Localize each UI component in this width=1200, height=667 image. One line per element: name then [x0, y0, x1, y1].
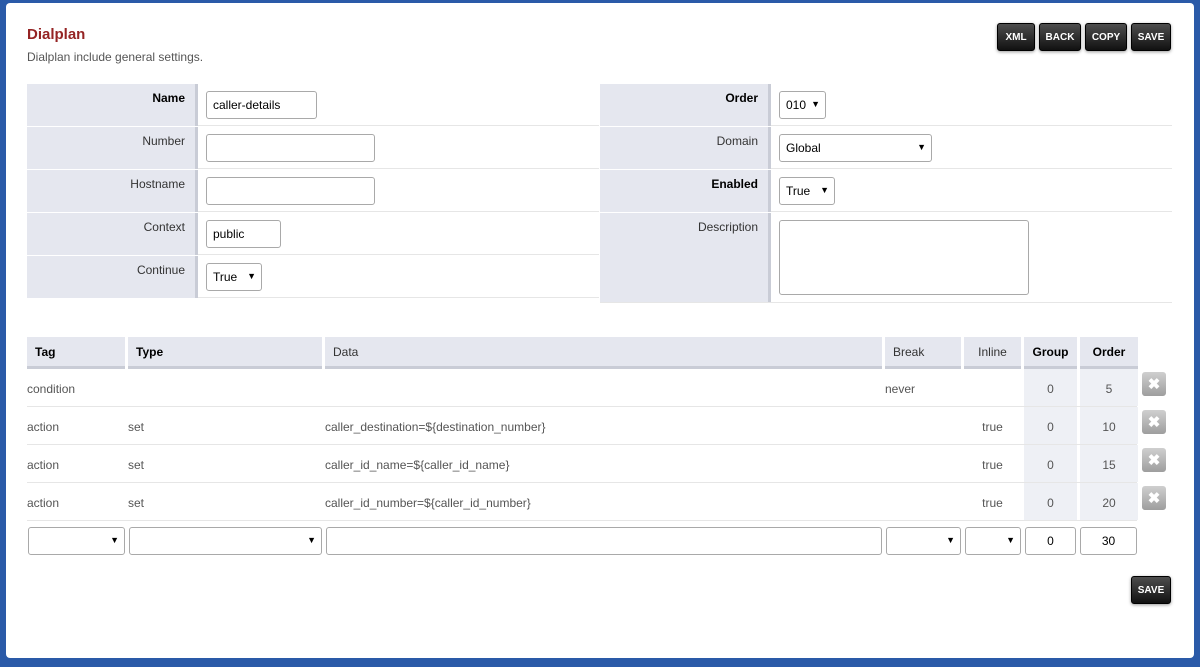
enabled-label: Enabled — [600, 170, 771, 212]
cell-break: never — [885, 382, 916, 396]
form-row-name: Name caller-details — [27, 84, 599, 126]
new-break-select[interactable]: ▼ — [886, 527, 961, 555]
form-row-enabled: Enabled True ▼ — [600, 170, 1172, 212]
back-button[interactable]: BACK — [1039, 23, 1081, 51]
column-header-break: Break — [885, 337, 961, 369]
close-icon: ✖ — [1147, 376, 1161, 393]
cell-group: 0 — [1047, 496, 1054, 510]
order-select[interactable]: 010 ▼ — [779, 91, 826, 119]
context-label: Context — [27, 213, 198, 255]
column-header-group: Group — [1024, 337, 1077, 369]
delete-row-button[interactable]: ✖ — [1142, 410, 1166, 434]
close-icon: ✖ — [1147, 490, 1161, 507]
description-textarea[interactable] — [779, 220, 1029, 295]
table-row: action set caller_id_name=${caller_id_na… — [27, 445, 1138, 483]
cell-type: set — [128, 496, 145, 510]
table-row: action set caller_id_number=${caller_id_… — [27, 483, 1138, 521]
continue-label: Continue — [27, 256, 198, 298]
column-header-tag: Tag — [27, 337, 125, 369]
order-value: 010 — [786, 98, 807, 112]
delete-row-button[interactable]: ✖ — [1142, 372, 1166, 396]
hostname-input[interactable] — [206, 177, 375, 205]
chevron-down-icon: ▼ — [811, 99, 820, 109]
xml-button[interactable]: XML — [997, 23, 1035, 51]
cell-data: caller_id_name=${caller_id_name} — [325, 458, 510, 472]
continue-select[interactable]: True ▼ — [206, 263, 262, 291]
page-title: Dialplan — [27, 26, 86, 43]
chevron-down-icon: ▼ — [1006, 535, 1015, 545]
close-icon: ✖ — [1147, 414, 1161, 431]
cell-tag: action — [27, 458, 60, 472]
form-row-continue: Continue True ▼ — [27, 256, 599, 298]
column-header-order: Order — [1080, 337, 1138, 369]
cell-type: set — [128, 458, 145, 472]
cell-data: caller_id_number=${caller_id_number} — [325, 496, 531, 510]
new-type-select[interactable]: ▼ — [129, 527, 322, 555]
new-tag-select[interactable]: ▼ — [28, 527, 125, 555]
enabled-value: True — [786, 184, 811, 198]
page-description: Dialplan include general settings. — [27, 50, 204, 64]
name-input[interactable]: caller-details — [206, 91, 317, 119]
cell-order: 5 — [1105, 382, 1113, 396]
cell-inline: true — [982, 458, 1003, 472]
cell-order: 10 — [1102, 420, 1116, 434]
continue-value: True — [213, 270, 238, 284]
domain-select[interactable]: Global ▼ — [779, 134, 932, 162]
table-row: action set caller_destination=${destinat… — [27, 407, 1138, 445]
column-header-type: Type — [128, 337, 322, 369]
cell-tag: action — [27, 420, 60, 434]
table-row: condition never 0 5 — [27, 369, 1138, 407]
form-row-domain: Domain Global ▼ — [600, 127, 1172, 169]
chevron-down-icon: ▼ — [110, 535, 119, 545]
form-row-number: Number — [27, 127, 599, 169]
description-label: Description — [600, 213, 771, 302]
new-data-input[interactable] — [326, 527, 882, 555]
cell-group: 0 — [1047, 420, 1054, 434]
chevron-down-icon: ▼ — [820, 185, 829, 195]
hostname-label: Hostname — [27, 170, 198, 212]
enabled-select[interactable]: True ▼ — [779, 177, 835, 205]
chevron-down-icon: ▼ — [946, 535, 955, 545]
order-label: Order — [600, 84, 771, 126]
cell-tag: action — [27, 496, 60, 510]
save-button-bottom[interactable]: SAVE — [1131, 576, 1171, 604]
cell-group: 0 — [1047, 382, 1054, 396]
name-label: Name — [27, 84, 198, 126]
form-row-context: Context public — [27, 213, 599, 255]
save-button[interactable]: SAVE — [1131, 23, 1171, 51]
column-header-data: Data — [325, 337, 882, 369]
cell-inline: true — [982, 420, 1003, 434]
copy-button[interactable]: COPY — [1085, 23, 1127, 51]
delete-row-button[interactable]: ✖ — [1142, 486, 1166, 510]
cell-type: set — [128, 420, 145, 434]
chevron-down-icon: ▼ — [307, 535, 316, 545]
chevron-down-icon: ▼ — [917, 142, 926, 152]
new-group-input[interactable]: 0 — [1025, 527, 1076, 555]
context-input[interactable]: public — [206, 220, 281, 248]
domain-value: Global — [786, 141, 821, 155]
form-row-description: Description — [600, 213, 1172, 303]
cell-data: caller_destination=${destination_number} — [325, 420, 546, 434]
form-row-hostname: Hostname — [27, 170, 599, 212]
cell-tag: condition — [27, 382, 76, 396]
number-label: Number — [27, 127, 198, 169]
content-panel: Dialplan Dialplan include general settin… — [6, 3, 1194, 658]
delete-row-button[interactable]: ✖ — [1142, 448, 1166, 472]
new-order-input[interactable]: 30 — [1080, 527, 1137, 555]
new-inline-select[interactable]: ▼ — [965, 527, 1021, 555]
chevron-down-icon: ▼ — [247, 271, 256, 281]
domain-label: Domain — [600, 127, 771, 169]
cell-group: 0 — [1047, 458, 1054, 472]
form-row-order: Order 010 ▼ — [600, 84, 1172, 126]
column-header-inline: Inline — [964, 337, 1021, 369]
cell-inline: true — [982, 496, 1003, 510]
cell-order: 20 — [1102, 496, 1116, 510]
number-input[interactable] — [206, 134, 375, 162]
cell-order: 15 — [1102, 458, 1116, 472]
close-icon: ✖ — [1147, 452, 1161, 469]
